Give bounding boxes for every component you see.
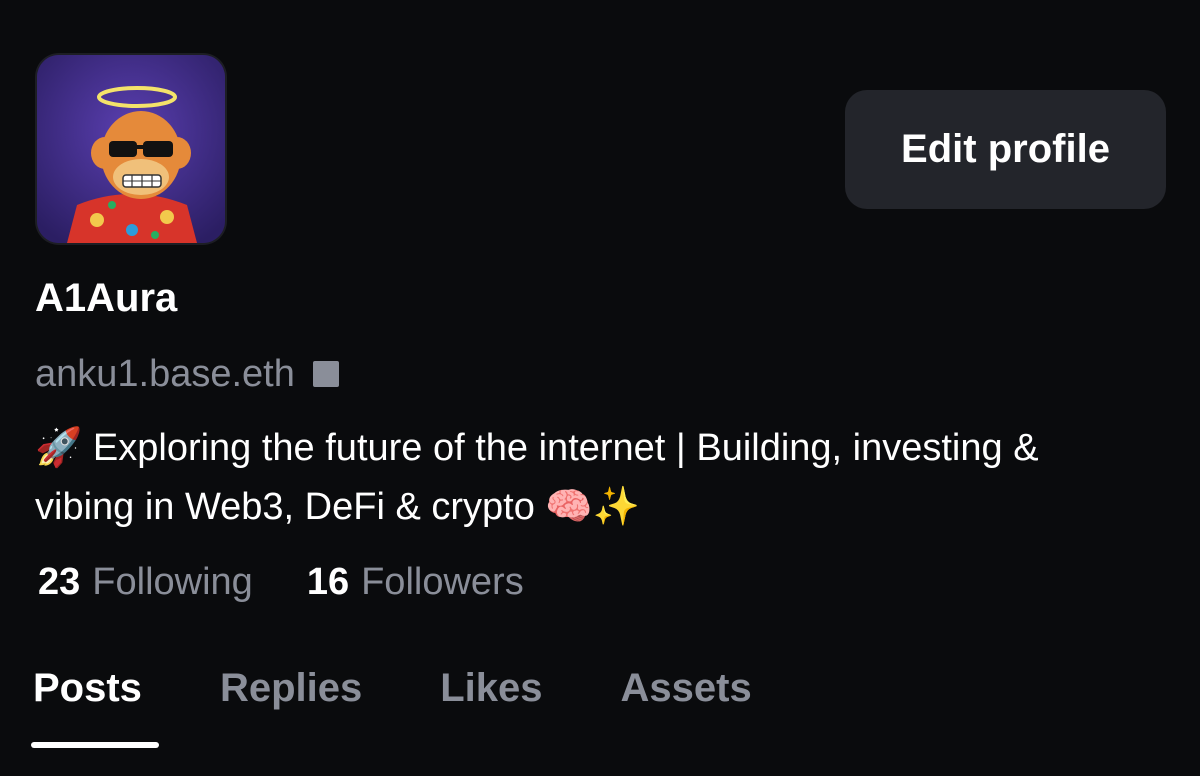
followers-label: Followers: [361, 561, 524, 603]
tab-replies[interactable]: Replies: [220, 660, 362, 716]
edit-profile-button[interactable]: Edit profile: [845, 90, 1166, 209]
bored-ape-avatar-icon: [37, 55, 225, 243]
brain-sparkles-icon: 🧠✨: [545, 484, 641, 528]
bio: 🚀 Exploring the future of the internet |…: [35, 418, 1135, 536]
handle-row: anku1.base.eth: [35, 350, 339, 398]
bio-text: Exploring the future of the internet | B…: [35, 427, 1039, 528]
handle: anku1.base.eth: [35, 353, 295, 395]
rocket-icon: 🚀: [35, 425, 83, 469]
stats-row: 23 Following 16 Followers: [38, 558, 578, 606]
avatar[interactable]: [37, 55, 225, 243]
following-stat[interactable]: 23 Following: [38, 558, 253, 606]
followers-stat[interactable]: 16 Followers: [307, 558, 524, 606]
square-badge-icon: [312, 361, 339, 387]
active-tab-indicator: [31, 742, 159, 748]
tab-posts[interactable]: Posts: [33, 660, 142, 716]
following-count: 23: [38, 561, 81, 603]
profile-tabs: Posts Replies Likes Assets: [33, 660, 830, 716]
following-label: Following: [92, 561, 253, 603]
tab-likes[interactable]: Likes: [440, 660, 542, 716]
followers-count: 16: [306, 561, 350, 603]
display-name: A1Aura: [35, 276, 178, 320]
tab-assets[interactable]: Assets: [621, 660, 752, 716]
